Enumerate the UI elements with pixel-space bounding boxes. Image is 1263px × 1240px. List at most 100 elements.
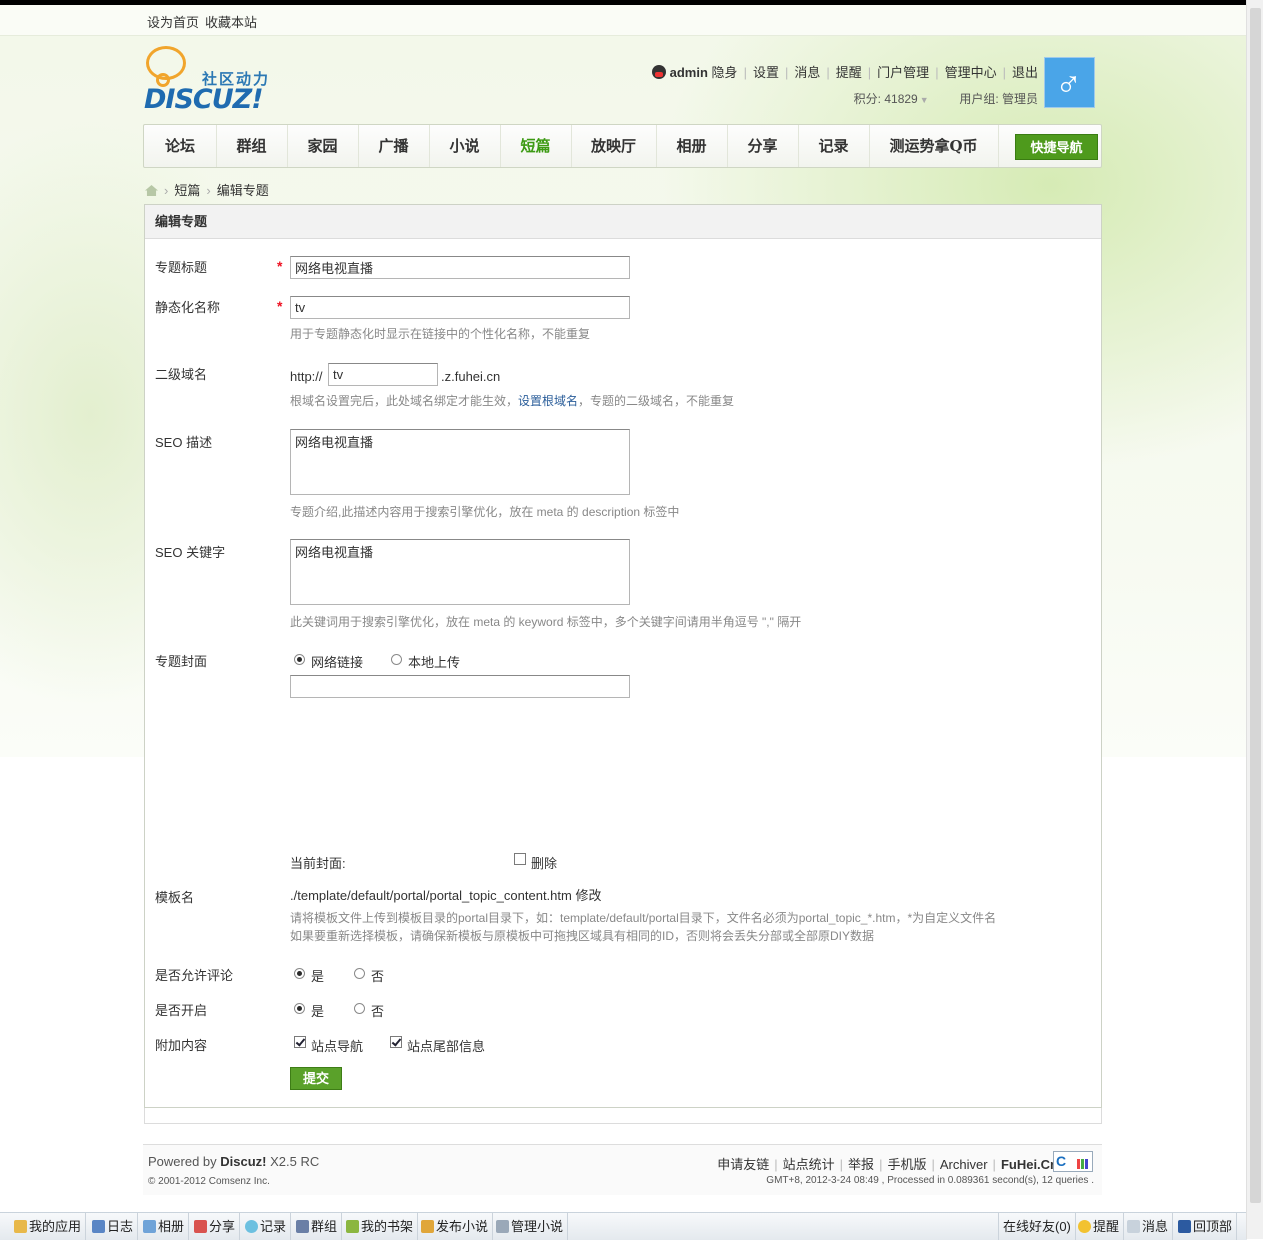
online-friends[interactable]: 在线好友(0) xyxy=(998,1213,1076,1240)
panel-title: 编辑专题 xyxy=(145,205,1101,239)
publish-icon xyxy=(421,1220,434,1233)
settings-link[interactable]: 设置 xyxy=(753,65,779,80)
user-bar: admin 隐身 | 设置 | 消息 | 提醒 | 门户管理 | 管理中心 | 退出 xyxy=(651,62,1038,81)
static-name-input[interactable] xyxy=(290,296,630,319)
app-notify[interactable]: 提醒 xyxy=(1074,1213,1125,1240)
site-stats-link[interactable]: 站点统计 xyxy=(783,1157,835,1172)
nav-item-forum[interactable]: 论坛 xyxy=(144,125,217,167)
nav-item-record[interactable]: 记录 xyxy=(798,125,870,167)
nav-item-cinema[interactable]: 放映厅 xyxy=(571,125,657,167)
back-to-top[interactable]: 回顶部 xyxy=(1174,1213,1238,1240)
footer: Powered by Discuz! X2.5 RC © 2001-2012 C… xyxy=(143,1144,1102,1195)
app-toolbar: 我的应用 日志 相册 分享 记录 群组 我的书架 发布小说 管理小说 在线好友(… xyxy=(0,1212,1247,1240)
breadcrumb-current: 编辑专题 xyxy=(216,183,269,198)
logo-english-text: DISCUZ! xyxy=(144,84,264,115)
apply-link-link[interactable]: 申请友链 xyxy=(717,1157,769,1172)
subdomain-label: 二级域名 xyxy=(155,367,208,382)
quick-nav-button[interactable]: 快捷导航 xyxy=(1015,134,1098,160)
apps-icon xyxy=(14,1220,27,1233)
seo-keywords-hint: 此关键词用于搜索引擎优化，放在 meta 的 keyword 标签中，多个关键字… xyxy=(290,615,802,629)
extra-content-label: 附加内容 xyxy=(155,1038,208,1053)
cover-local-radio[interactable] xyxy=(391,654,402,665)
site-nav-checkbox[interactable] xyxy=(294,1036,306,1048)
scrollbar-thumb[interactable] xyxy=(1250,8,1261,1203)
mobile-link[interactable]: 手机版 xyxy=(887,1157,926,1172)
mail-icon xyxy=(1127,1220,1140,1233)
notifications-link[interactable]: 提醒 xyxy=(836,65,862,80)
template-edit-link[interactable]: 修改 xyxy=(575,888,601,903)
nav-item-short[interactable]: 短篇 xyxy=(500,125,572,167)
nav-item-broadcast[interactable]: 广播 xyxy=(358,125,430,167)
allow-comment-yes-radio[interactable] xyxy=(294,968,305,979)
title-input[interactable] xyxy=(290,256,630,279)
messages-link[interactable]: 消息 xyxy=(794,65,820,80)
footer-links: 申请友链 | 站点统计 | 举报 | 手机版 | Archiver | FuHei.Cn xyxy=(717,1157,1058,1172)
male-symbol-icon: ♂ xyxy=(1055,62,1082,103)
scrollbar[interactable] xyxy=(1246,0,1263,1239)
avatar[interactable]: ♂ xyxy=(1044,57,1095,108)
user-group-link[interactable]: 用户组: 管理员 xyxy=(959,92,1038,106)
template-path: ./template/default/portal/portal_topic_c… xyxy=(290,888,602,903)
app-my-apps[interactable]: 我的应用 xyxy=(10,1213,87,1240)
cover-label: 专题封面 xyxy=(155,654,208,669)
invisible-link[interactable]: 隐身 xyxy=(712,65,738,80)
cover-net-radio[interactable] xyxy=(294,654,305,665)
open-no-radio[interactable] xyxy=(354,1003,365,1014)
delete-cover-label: 删除 xyxy=(531,856,558,871)
logout-link[interactable]: 退出 xyxy=(1012,65,1038,80)
site-footer-checkbox[interactable] xyxy=(390,1036,402,1048)
points-menu[interactable]: 积分: 41829 xyxy=(854,92,918,106)
app-group[interactable]: 群组 xyxy=(292,1213,343,1240)
home-icon[interactable] xyxy=(145,185,158,196)
breadcrumb: › 短篇 › 编辑专题 xyxy=(145,180,269,199)
seo-keywords-textarea[interactable]: 网络电视直播 xyxy=(290,539,630,605)
admin-center-link[interactable]: 管理中心 xyxy=(945,65,997,80)
nav-item-fortune[interactable]: 测运势拿Q币 xyxy=(869,125,999,167)
nav-item-share[interactable]: 分享 xyxy=(727,125,799,167)
record-icon xyxy=(245,1220,258,1233)
username-link[interactable]: admin xyxy=(670,65,708,80)
arrow-up-icon xyxy=(1178,1220,1191,1233)
app-manage-novel[interactable]: 管理小说 xyxy=(492,1213,569,1240)
nav-item-album[interactable]: 相册 xyxy=(656,125,728,167)
app-bookshelf[interactable]: 我的书架 xyxy=(342,1213,419,1240)
nav-item-novel[interactable]: 小说 xyxy=(429,125,501,167)
portal-admin-link[interactable]: 门户管理 xyxy=(877,65,929,80)
seo-description-textarea[interactable]: 网络电视直播 xyxy=(290,429,630,495)
processing-info: GMT+8, 2012-3-24 08:49 , Processed in 0.… xyxy=(766,1175,1094,1186)
app-album[interactable]: 相册 xyxy=(139,1213,190,1240)
submit-button[interactable]: 提交 xyxy=(290,1067,342,1090)
discuz-link[interactable]: Discuz! xyxy=(220,1154,266,1169)
nav-item-group[interactable]: 群组 xyxy=(216,125,288,167)
site-nav-label: 站点导航 xyxy=(311,1039,364,1054)
nav-item-home[interactable]: 家园 xyxy=(287,125,359,167)
allow-comment-label: 是否允许评论 xyxy=(155,968,234,983)
cnzz-stats-icon[interactable]: C xyxy=(1053,1151,1093,1172)
user-info: 积分: 41829 ▼ 用户组: 管理员 xyxy=(853,92,1038,106)
site-logo[interactable]: 社区动力 DISCUZ! xyxy=(144,46,284,116)
app-share[interactable]: 分享 xyxy=(190,1213,241,1240)
set-root-domain-link[interactable]: 设置根域名 xyxy=(518,394,578,408)
set-homepage-link[interactable]: 设为首页 xyxy=(147,15,199,30)
cover-url-input[interactable] xyxy=(290,675,630,698)
open-label: 是否开启 xyxy=(155,1003,208,1018)
app-publish-novel[interactable]: 发布小说 xyxy=(417,1213,494,1240)
static-name-label: 静态化名称 xyxy=(155,300,221,315)
app-messages[interactable]: 消息 xyxy=(1123,1213,1174,1240)
breadcrumb-short[interactable]: 短篇 xyxy=(174,183,200,198)
qq-penguin-icon[interactable] xyxy=(651,65,666,79)
template-hint-1: 请将模板文件上传到模板目录的portal目录下，如：template/defau… xyxy=(290,911,997,925)
report-link[interactable]: 举报 xyxy=(848,1157,874,1172)
allow-comment-no-radio[interactable] xyxy=(354,968,365,979)
site-name-link[interactable]: FuHei.Cn xyxy=(1001,1157,1058,1172)
app-record[interactable]: 记录 xyxy=(241,1213,292,1240)
app-blog[interactable]: 日志 xyxy=(88,1213,139,1240)
template-label: 模板名 xyxy=(155,890,195,905)
subdomain-input[interactable] xyxy=(328,363,438,386)
delete-cover-checkbox[interactable] xyxy=(514,853,526,865)
title-label: 专题标题 xyxy=(155,260,208,275)
open-yes-radio[interactable] xyxy=(294,1003,305,1014)
subdomain-suffix: .z.fuhei.cn xyxy=(441,369,501,384)
bookmark-link[interactable]: 收藏本站 xyxy=(205,15,257,30)
archiver-link[interactable]: Archiver xyxy=(940,1157,988,1172)
